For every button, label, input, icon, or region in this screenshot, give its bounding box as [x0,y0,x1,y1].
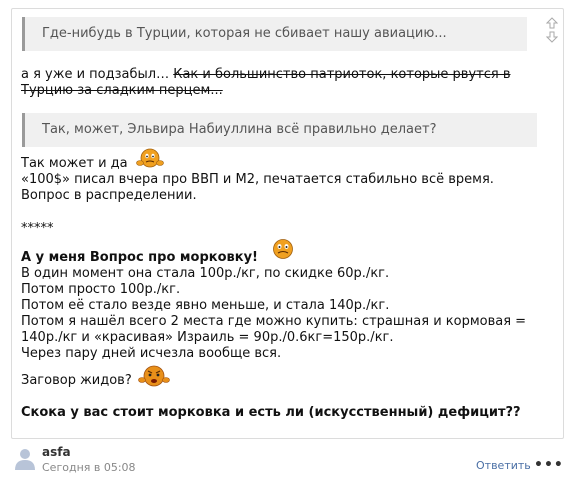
text-line: а я уже и подзабыл… Как и большинство па… [21,66,511,83]
arrow-up-icon[interactable] [546,17,558,29]
post-footer: asfa Сегодня в 05:08 Ответить ••• [11,443,564,477]
separator-text: ***** [21,221,54,236]
vote-arrows [545,17,559,43]
text-strikethrough: Турцию за сладким перцем... [21,83,223,98]
text-line: Заговор жидов? [21,373,132,388]
confused-smiley-icon [136,148,164,168]
quote-block: Где-нибудь в Турции, которая не сбивает … [22,17,527,51]
text-line: Через пару дней исчезла вообще вся. [21,346,282,361]
text-plain: а я уже и подзабыл… [21,67,174,82]
quote-block: Так, может, Эльвира Набиуллина всё прави… [22,113,537,147]
text-line: Потом я нашёл всего 2 места где можно ку… [21,314,527,329]
quote-text: Где-нибудь в Турции, которая не сбивает … [42,26,447,41]
text-line: Вопрос в распределении. [21,188,197,203]
text-line: Потом просто 100р./кг. [21,282,181,297]
text-strikethrough: Как и большинство патриоток, которые рву… [173,67,511,82]
more-options-button[interactable]: ••• [534,457,564,473]
username[interactable]: asfa [42,445,71,459]
quote-text: Так, может, Эльвира Набиуллина всё прави… [42,122,437,137]
arrow-down-icon[interactable] [546,31,558,43]
text-line: Скока у вас стоит морковка и есть ли (ис… [21,405,521,420]
text-line: Так может и да [21,156,128,171]
text-line: В один момент она стала 100р./кг, по ски… [21,266,390,281]
heading-text: А у меня Вопрос про морковку! [21,250,258,265]
confused-smiley-icon [273,239,293,259]
reply-button[interactable]: Ответить [476,459,531,472]
user-avatar-icon[interactable] [14,447,36,471]
post-card: Где-нибудь в Турции, которая не сбивает … [11,8,564,439]
text-line: Потом её стало везде явно меньше, и стал… [21,298,390,313]
text-line: «100$» писал вчера про ВВП и М2, печатае… [21,172,494,187]
timestamp: Сегодня в 05:08 [42,461,136,474]
angry-smiley-icon [138,365,170,387]
text-line: 140р./кг и «красивая» Израиль = 90р./0.6… [21,330,394,345]
